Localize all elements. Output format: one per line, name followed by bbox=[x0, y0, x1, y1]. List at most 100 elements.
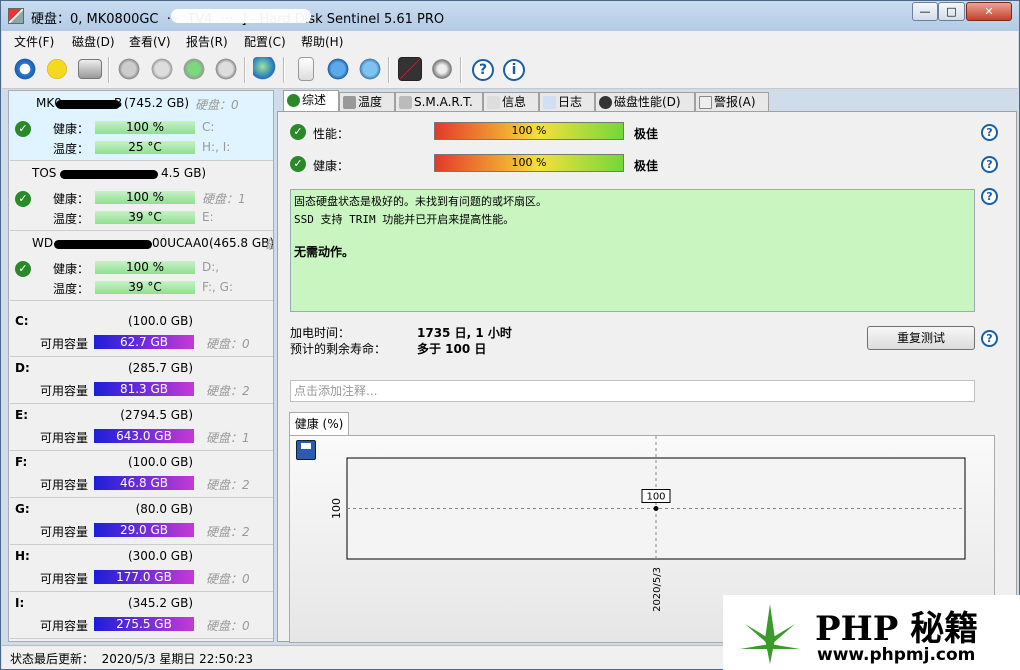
free-space-bar: 81.3 GB bbox=[94, 382, 194, 396]
retest-button[interactable]: 重复测试 bbox=[867, 326, 975, 350]
redaction-mark bbox=[56, 100, 120, 109]
toolbar-separator bbox=[244, 57, 246, 83]
tab-performance[interactable]: 磁盘性能(D) bbox=[595, 92, 695, 112]
disk-name: TOS bbox=[32, 166, 57, 180]
volume-item[interactable]: E: (2794.5 GB) 可用容量 643.0 GB 硬盘：1 bbox=[10, 405, 273, 451]
tab-log[interactable]: 日志 bbox=[539, 92, 595, 112]
disk-check-icon[interactable] bbox=[182, 57, 206, 81]
disk-item[interactable]: MK0 B (745.2 GB) 硬盘：0 ✓ 健康： 100 % C: 温度：… bbox=[10, 92, 273, 161]
health-bar: 100 % bbox=[95, 121, 195, 134]
free-space-bar: 29.0 GB bbox=[94, 523, 194, 537]
volume-item[interactable]: I: (345.2 GB) 可用容量 275.5 GB 硬盘：0 bbox=[10, 593, 273, 639]
temp-volumes: E: bbox=[202, 210, 214, 224]
power-on-value: 1735 日, 1 小时 bbox=[417, 326, 512, 340]
volume-size: (300.0 GB) bbox=[127, 549, 193, 563]
document-icon[interactable] bbox=[298, 57, 314, 81]
tab-label: 综述 bbox=[302, 93, 327, 107]
volume-item[interactable]: F: (100.0 GB) 可用容量 46.8 GB 硬盘：2 bbox=[10, 452, 273, 498]
thermometer-icon bbox=[343, 96, 356, 109]
globe-icon[interactable] bbox=[253, 57, 277, 81]
help-icon[interactable]: ? bbox=[981, 156, 998, 173]
status-line: 固态硬盘状态是极好的。未找到有问题的或坏扇区。 bbox=[294, 195, 547, 208]
maximize-button[interactable]: □ bbox=[938, 2, 965, 21]
volume-size: (345.2 GB) bbox=[127, 596, 193, 610]
disk-item[interactable]: TOS 4.5 GB) ✓ 健康： 100 % 硬盘：1 温度： 39 °C E… bbox=[10, 162, 273, 231]
data-point bbox=[653, 506, 659, 511]
x-tick-label: 2020/5/3 bbox=[652, 567, 663, 612]
chart-report-icon[interactable] bbox=[398, 57, 422, 81]
network-disk-icon[interactable] bbox=[358, 57, 382, 81]
menu-config[interactable]: 配置(C) bbox=[244, 33, 286, 50]
help-icon[interactable]: ? bbox=[472, 59, 494, 81]
volume-size: (100.0 GB) bbox=[127, 455, 193, 469]
alert-icon bbox=[699, 96, 712, 109]
disk-gray-icon[interactable] bbox=[117, 57, 141, 81]
overview-panel: ✓ 性能： 100 % 极佳 ? ✓ 健康： 100 % 极佳 ? 固态硬盘状态… bbox=[277, 111, 1017, 643]
tab-overview[interactable]: 综述 bbox=[283, 90, 339, 112]
power-on-label: 加电时间： bbox=[290, 326, 351, 340]
transfer-icon[interactable] bbox=[326, 57, 350, 81]
check-icon: ✓ bbox=[290, 124, 306, 140]
menu-help[interactable]: 帮助(H) bbox=[301, 33, 343, 50]
menu-disk[interactable]: 磁盘(D) bbox=[72, 33, 115, 50]
watermark-brand: PHP 秘籍 bbox=[815, 609, 979, 649]
close-button[interactable]: ✕ bbox=[966, 2, 1012, 21]
volume-disk: 硬盘：0 bbox=[206, 337, 250, 351]
free-space-bar: 275.5 GB bbox=[94, 617, 194, 631]
minimize-button[interactable]: — bbox=[912, 2, 938, 21]
free-space-label: 可用容量 bbox=[40, 619, 89, 633]
title-bar[interactable]: 硬盘：0, MK0800GC ··· TV4 ··· ] - Hard Disk… bbox=[1, 1, 1019, 31]
watermark: PHP 秘籍 www.phpmj.com bbox=[723, 595, 1020, 670]
volume-disk: 硬盘：0 bbox=[206, 572, 250, 586]
disk-item[interactable]: WD 00UCAA0 (465.8 GB) 硬 ✓ 健康： 100 % D:, … bbox=[10, 232, 274, 301]
free-space-label: 可用容量 bbox=[40, 431, 89, 445]
tab-alerts[interactable]: 警报(A) bbox=[695, 92, 769, 112]
health-label: 健康： bbox=[53, 262, 90, 276]
volume-item[interactable]: C: (100.0 GB) 可用容量 62.7 GB 硬盘：0 bbox=[10, 311, 273, 357]
refresh-icon[interactable] bbox=[13, 57, 37, 81]
volume-item[interactable]: D: (285.7 GB) 可用容量 81.3 GB 硬盘：2 bbox=[10, 358, 273, 404]
menu-view[interactable]: 查看(V) bbox=[129, 33, 171, 50]
disk-wrench-icon[interactable] bbox=[214, 57, 238, 81]
health-bar: 100 % bbox=[95, 261, 195, 274]
free-space-bar: 643.0 GB bbox=[94, 429, 194, 443]
health-label: 健康： bbox=[53, 122, 90, 136]
leaf-logo-icon bbox=[740, 604, 800, 664]
disk-index: 硬 bbox=[265, 236, 273, 253]
volume-letter: I: bbox=[15, 596, 25, 610]
free-space-bar: 62.7 GB bbox=[94, 335, 194, 349]
tab-temperature[interactable]: 温度 bbox=[339, 92, 395, 112]
volume-letter: F: bbox=[15, 455, 28, 469]
help-icon[interactable]: ? bbox=[981, 330, 998, 347]
tab-smart[interactable]: S.M.A.R.T. bbox=[395, 92, 483, 112]
menu-file[interactable]: 文件(F) bbox=[14, 33, 54, 50]
chart-tab-health[interactable]: 健康 (%) bbox=[289, 412, 349, 436]
temp-volumes: H:, I: bbox=[202, 140, 231, 154]
help-icon[interactable]: ? bbox=[981, 188, 998, 205]
warning-icon[interactable] bbox=[45, 57, 69, 81]
tab-label: 警报(A) bbox=[714, 95, 756, 109]
menu-report[interactable]: 报告(R) bbox=[186, 33, 228, 50]
disk-gray-icon[interactable] bbox=[150, 57, 174, 81]
toolbar-separator bbox=[460, 57, 462, 83]
health-bar: 100 % bbox=[434, 154, 624, 172]
check-icon bbox=[287, 94, 300, 107]
tab-label: S.M.A.R.T. bbox=[414, 95, 473, 109]
temp-bar: 39 °C bbox=[95, 211, 195, 224]
disk-icon bbox=[399, 96, 412, 109]
help-icon[interactable]: ? bbox=[981, 124, 998, 141]
speaker-icon[interactable] bbox=[430, 57, 454, 81]
comment-input[interactable]: 点击添加注释... bbox=[290, 380, 975, 402]
health-volumes: D:, bbox=[202, 260, 220, 274]
free-space-label: 可用容量 bbox=[40, 478, 89, 492]
tab-info[interactable]: 信息 bbox=[483, 92, 539, 112]
health-volumes: C: bbox=[202, 120, 215, 134]
data-label: 100 bbox=[646, 492, 665, 503]
volume-disk: 硬盘：1 bbox=[206, 431, 250, 445]
info-icon[interactable]: i bbox=[503, 59, 525, 81]
volume-size: (285.7 GB) bbox=[127, 361, 193, 375]
volume-item[interactable]: H: (300.0 GB) 可用容量 177.0 GB 硬盘：0 bbox=[10, 546, 273, 592]
volume-item[interactable]: G: (80.0 GB) 可用容量 29.0 GB 硬盘：2 bbox=[10, 499, 273, 545]
watermark-url: www.phpmj.com bbox=[817, 645, 976, 665]
disk-icon[interactable] bbox=[78, 59, 102, 79]
